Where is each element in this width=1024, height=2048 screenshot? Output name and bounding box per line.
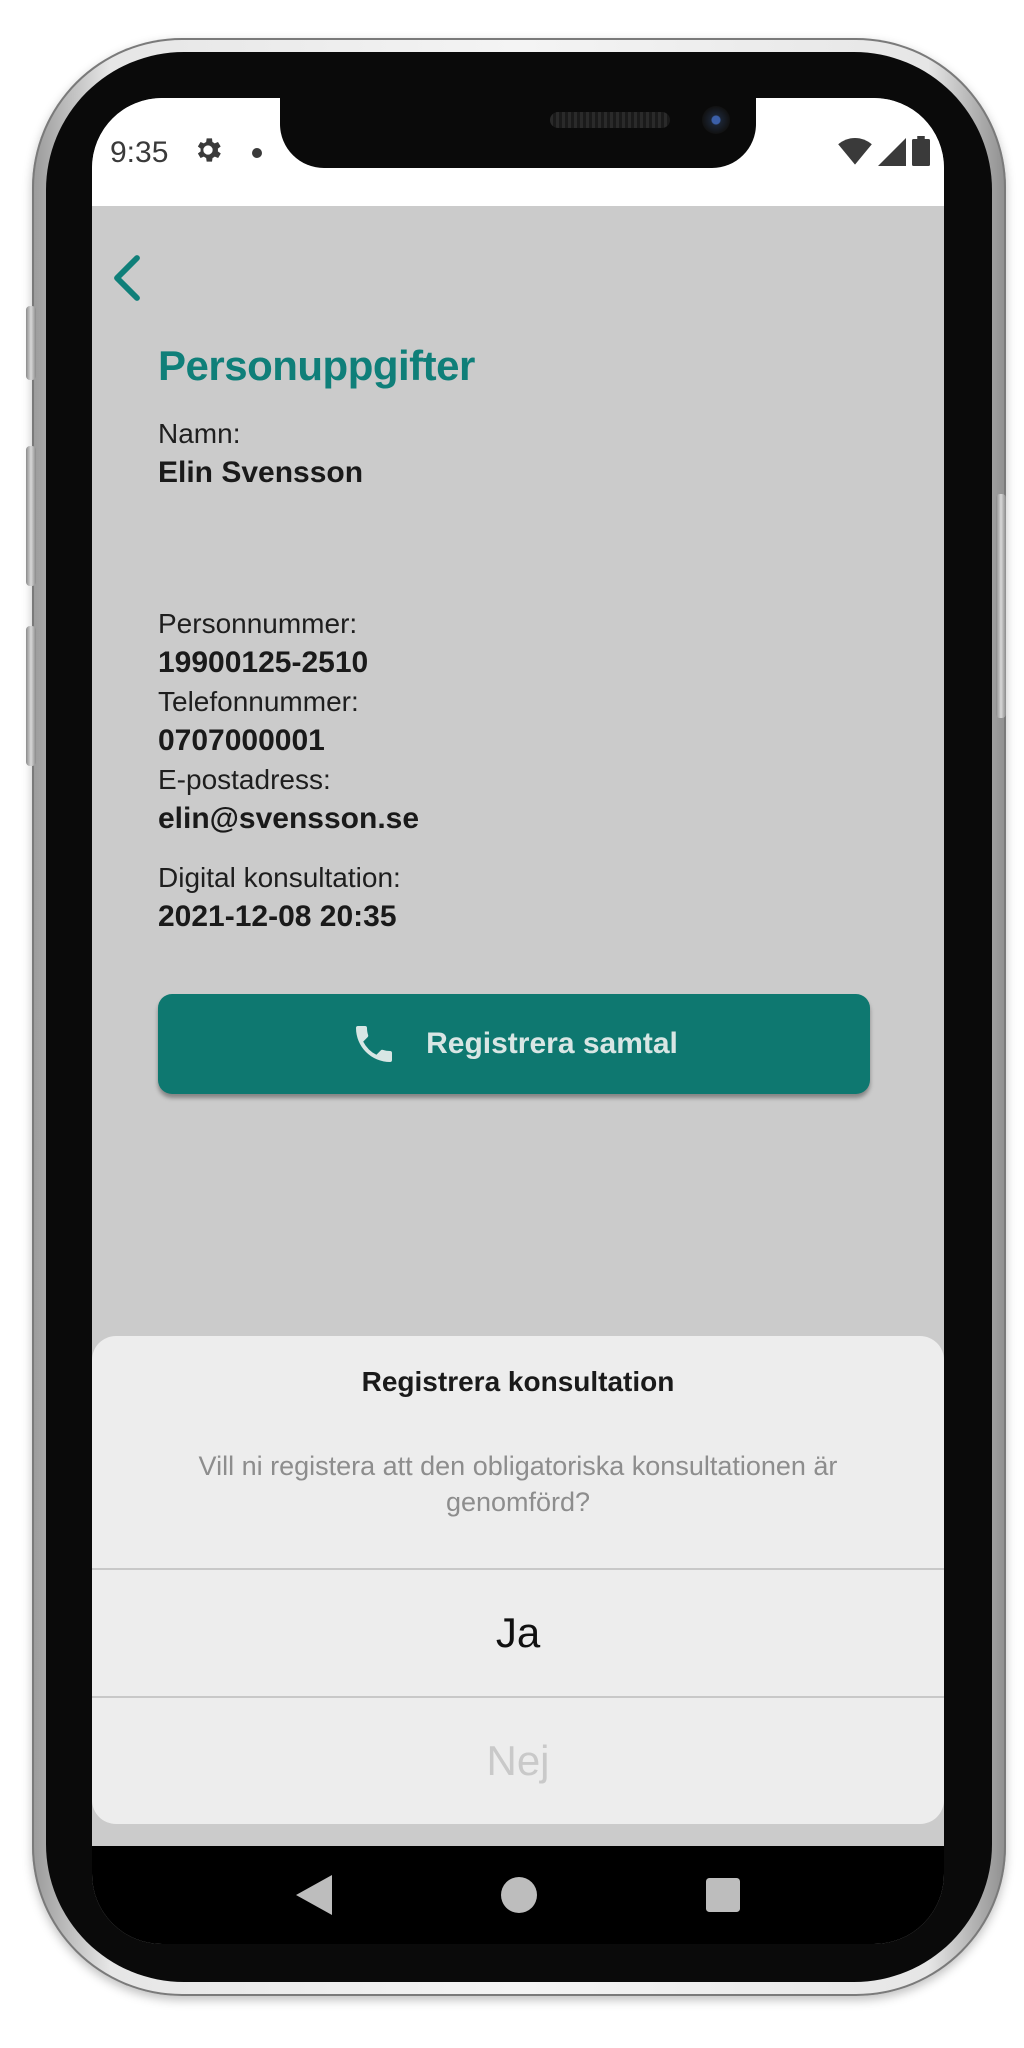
power-button — [996, 494, 1006, 718]
dialog-no-button[interactable]: Nej — [92, 1698, 944, 1824]
page-title: Personuppgifter — [158, 342, 475, 389]
phone-icon — [356, 1026, 393, 1062]
system-navigation-bar — [92, 1846, 944, 1944]
personal-number-value: 19900125-2510 — [158, 646, 369, 679]
personal-number-label: Personnummer: — [158, 608, 358, 639]
status-time: 9:35 — [110, 136, 169, 169]
mute-switch — [26, 306, 36, 380]
confirm-consultation-dialog: Registrera konsultation Vill ni register… — [92, 1336, 944, 1824]
gear-icon — [197, 138, 221, 162]
signal-icon — [878, 138, 906, 166]
wifi-icon — [838, 138, 872, 165]
phone-label: Telefonnummer: — [158, 686, 359, 717]
home-circle-icon — [500, 1877, 537, 1913]
chevron-left-icon — [114, 255, 140, 301]
email-value: elin@svensson.se — [158, 802, 420, 835]
name-value: Elin Svensson — [158, 456, 364, 489]
register-call-button[interactable]: Registrera samtal — [158, 994, 870, 1094]
phone-value: 0707000001 — [158, 724, 325, 757]
volume-up-button — [26, 446, 36, 586]
register-call-label: Registrera samtal — [426, 1027, 678, 1060]
email-label: E-postadress: — [158, 764, 331, 795]
volume-down-button — [26, 626, 36, 766]
dialog-message: Vill ni registera att den obligatoriska … — [198, 1451, 838, 1517]
name-label: Namn: — [158, 418, 241, 449]
dialog-yes-button[interactable]: Ja — [92, 1570, 944, 1696]
consultation-value: 2021-12-08 20:35 — [158, 900, 397, 933]
back-triangle-icon — [296, 1875, 333, 1915]
back-button[interactable] — [102, 248, 152, 308]
recents-square-icon — [705, 1878, 740, 1912]
nav-home-button[interactable] — [500, 1877, 537, 1913]
speaker-grille — [550, 112, 670, 128]
nav-back-button[interactable] — [296, 1875, 333, 1915]
nav-recents-button[interactable] — [705, 1878, 740, 1912]
battery-icon — [912, 136, 930, 166]
status-bar: 9:35 — [92, 98, 944, 206]
phone-screen: 9:35 Personuppgifter Namn: Elin Svensson… — [92, 98, 944, 1944]
dialog-title: Registrera konsultation — [361, 1366, 675, 1397]
status-icons — [838, 136, 930, 166]
notification-dot-icon — [252, 148, 262, 158]
front-camera — [702, 106, 730, 134]
phone-notch — [280, 98, 756, 168]
consultation-label: Digital konsultation: — [158, 862, 401, 893]
